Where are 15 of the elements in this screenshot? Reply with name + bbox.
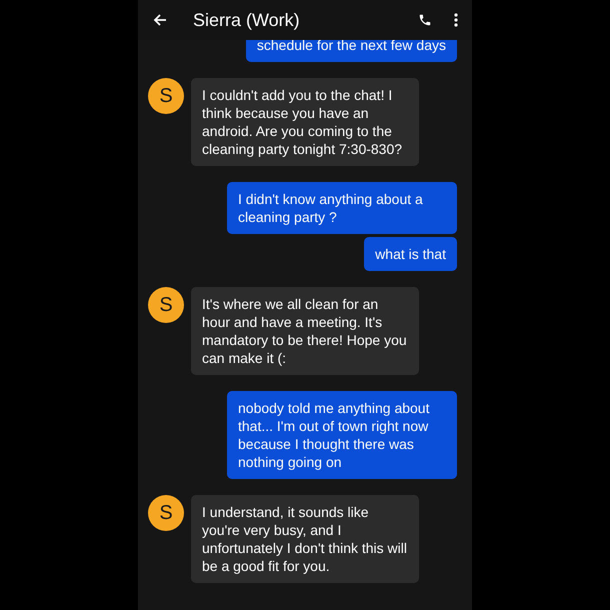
back-button[interactable] — [152, 12, 168, 28]
received-message: I understand, it sounds like you're very busy, and I unfortunately I don't think this will be a good fit for you. — [191, 495, 419, 583]
received-message: It's where we all clean for an hour and have a meeting. It's mandatory to be there! Hope you can make it (: — [191, 287, 419, 375]
call-button[interactable] — [418, 13, 432, 27]
phone-icon — [418, 13, 432, 27]
contact-avatar[interactable]: S — [148, 495, 184, 531]
sent-message: I didn't know anything about a cleaning party ? — [227, 182, 457, 234]
received-message: I couldn't add you to the chat! I think because you have an android. Are you coming to the cleaning party tonight 7:30-830? — [191, 78, 419, 166]
menu-button[interactable] — [454, 13, 458, 27]
back-arrow-icon — [153, 13, 167, 27]
more-options-icon — [454, 13, 458, 27]
contact-avatar[interactable]: S — [148, 287, 184, 323]
sent-message: nobody told me anything about that... I'm out of town right now because I thought there was nothing going on — [227, 391, 457, 479]
contact-avatar[interactable]: S — [148, 78, 184, 114]
sent-message: what is that — [364, 237, 457, 271]
